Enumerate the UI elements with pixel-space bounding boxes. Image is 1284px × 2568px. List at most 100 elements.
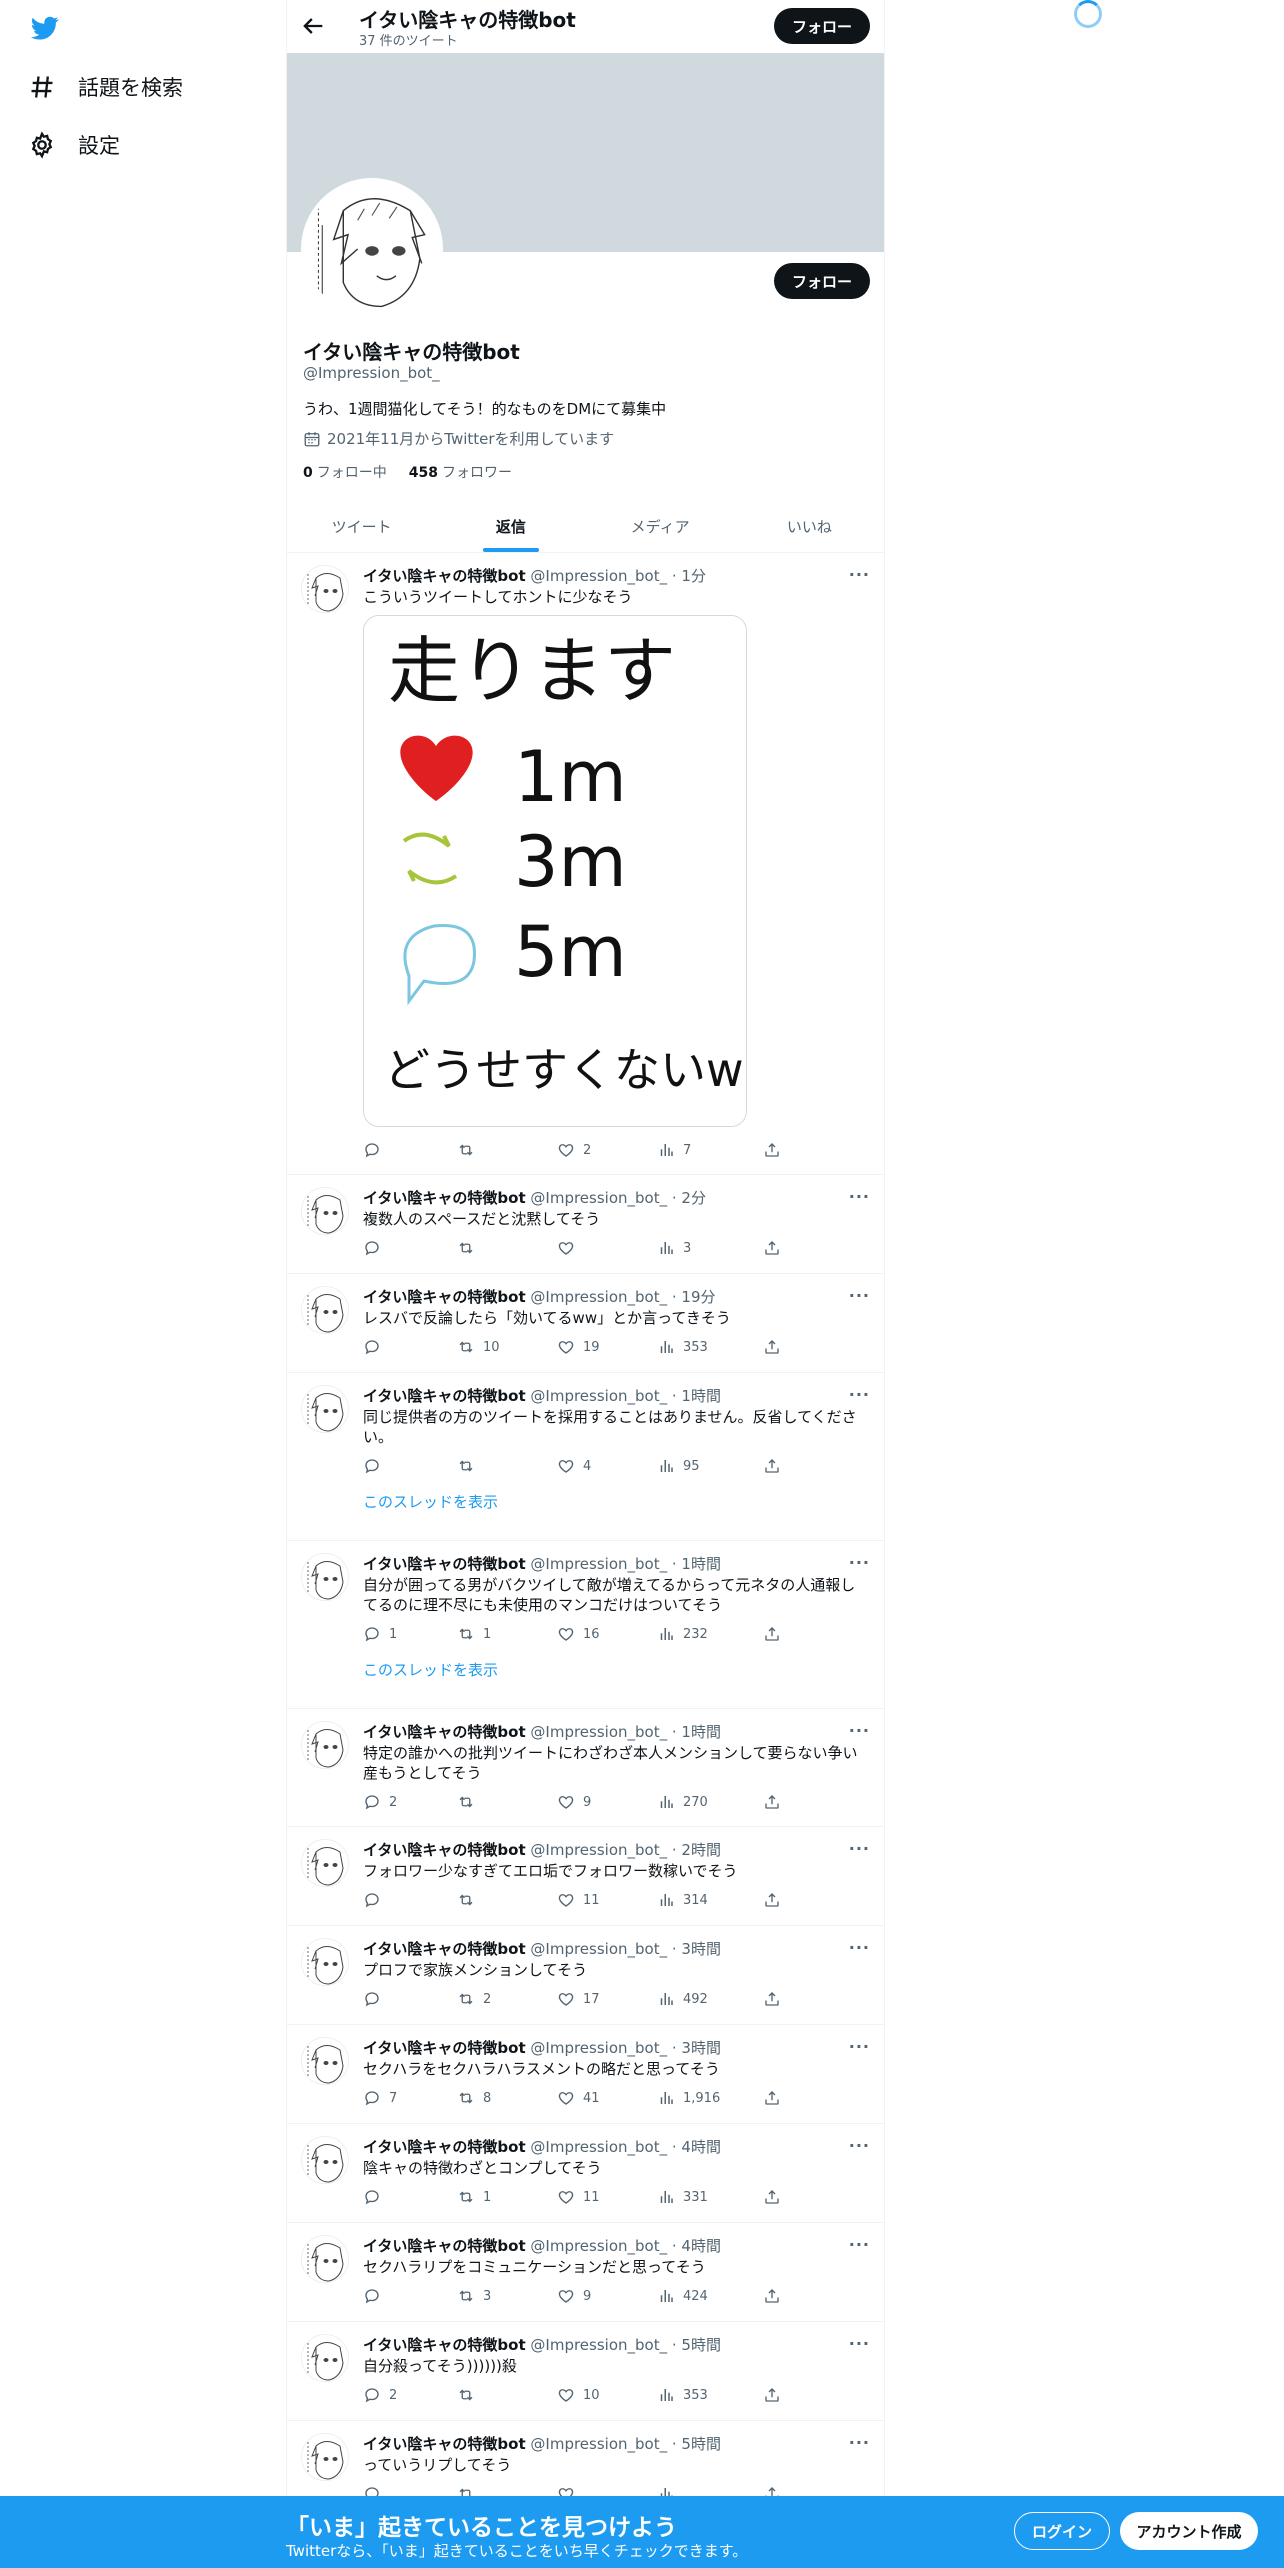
following-link[interactable]: 0 フォロー中 [303,462,387,482]
tweet-avatar[interactable] [301,2433,349,2481]
tweet-avatar[interactable] [301,1839,349,1887]
tweet[interactable]: イタい陰キャの特徴bot @Impression_bot_ · 4時間 ··· セク… [287,2223,884,2322]
nav-settings[interactable]: 設定 [28,125,120,165]
views-button[interactable]: 3 [657,1239,691,1257]
reply-button[interactable] [363,2287,389,2305]
tweet-author-name[interactable]: イタい陰キャの特徴bot [363,1189,526,1207]
views-button[interactable]: 492 [657,1990,708,2008]
views-button[interactable]: 353 [657,2386,708,2404]
more-options-icon[interactable]: ··· [849,1385,870,1404]
more-options-icon[interactable]: ··· [849,2433,870,2452]
tweet-avatar[interactable] [301,2334,349,2382]
like-button[interactable]: 2 [557,1141,591,1159]
views-button[interactable]: 331 [657,2188,708,2206]
tweet-author-handle[interactable]: @Impression_bot_ [530,2336,667,2354]
tweet-author-handle[interactable]: @Impression_bot_ [530,1189,667,1207]
nav-explore[interactable]: 話題を検索 [28,67,183,107]
tweet-author-name[interactable]: イタい陰キャの特徴bot [363,2336,526,2354]
views-button[interactable]: 424 [657,2287,708,2305]
tweet[interactable]: イタい陰キャの特徴bot @Impression_bot_ · 2時間 ··· フォ… [287,1827,884,1926]
like-button[interactable]: 19 [557,1338,600,1356]
more-options-icon[interactable]: ··· [849,2334,870,2353]
reply-button[interactable] [363,1990,389,2008]
tweet-author-handle[interactable]: @Impression_bot_ [530,567,667,585]
share-button[interactable] [763,2089,781,2107]
tweet-media[interactable]: 走ります 1m 3m 5m どうせすくないw [363,615,747,1127]
tweet-author-name[interactable]: イタい陰キャの特徴bot [363,1940,526,1958]
like-button[interactable]: 11 [557,2188,600,2206]
reply-button[interactable] [363,1891,389,1909]
tweet[interactable]: イタい陰キャの特徴bot @Impression_bot_ · 1時間 ··· 同じ… [287,1373,884,1541]
tab-media[interactable]: メディア [586,500,735,552]
tweet-author-name[interactable]: イタい陰キャの特徴bot [363,2039,526,2057]
retweet-button[interactable]: 8 [457,2089,491,2107]
tweet-avatar[interactable] [301,1721,349,1769]
tweet-author-name[interactable]: イタい陰キャの特徴bot [363,1387,526,1405]
retweet-button[interactable] [457,1457,483,1475]
views-button[interactable]: 7 [657,1141,691,1159]
more-options-icon[interactable]: ··· [849,1187,870,1206]
like-button[interactable] [557,1239,583,1257]
tweet-author-handle[interactable]: @Impression_bot_ [530,1387,667,1405]
like-button[interactable]: 9 [557,1793,591,1811]
tweet[interactable]: イタい陰キャの特徴bot @Impression_bot_ · 2分 ··· 複数人… [287,1175,884,1274]
tweet-time[interactable]: 1分 [681,567,706,585]
retweet-button[interactable]: 10 [457,1338,500,1356]
views-button[interactable]: 314 [657,1891,708,1909]
tweet-avatar[interactable] [301,1938,349,1986]
views-button[interactable]: 232 [657,1625,708,1643]
tweet-avatar[interactable] [301,2235,349,2283]
reply-button[interactable] [363,1239,389,1257]
tweet[interactable]: イタい陰キャの特徴bot @Impression_bot_ · 19分 ··· レス… [287,1274,884,1373]
like-button[interactable]: 17 [557,1990,600,2008]
tweet-avatar[interactable] [301,1187,349,1235]
tweet-author-name[interactable]: イタい陰キャの特徴bot [363,2435,526,2453]
share-button[interactable] [763,2386,781,2404]
retweet-button[interactable] [457,2386,483,2404]
share-button[interactable] [763,1891,781,1909]
like-button[interactable]: 4 [557,1457,591,1475]
back-arrow-icon[interactable] [299,12,327,40]
share-button[interactable] [763,1457,781,1475]
more-options-icon[interactable]: ··· [849,1839,870,1858]
share-button[interactable] [763,1625,781,1643]
tweet-author-name[interactable]: イタい陰キャの特徴bot [363,567,526,585]
tweet[interactable]: イタい陰キャの特徴bot @Impression_bot_ · 1時間 ··· 特定… [287,1709,884,1827]
tweet-author-handle[interactable]: @Impression_bot_ [530,1940,667,1958]
share-button[interactable] [763,2188,781,2206]
more-options-icon[interactable]: ··· [849,565,870,584]
like-button[interactable]: 9 [557,2287,591,2305]
more-options-icon[interactable]: ··· [849,2235,870,2254]
views-button[interactable]: 1,916 [657,2089,720,2107]
reply-button[interactable]: 2 [363,2386,397,2404]
tab-replies[interactable]: 返信 [436,500,585,552]
tweet-time[interactable]: 19分 [681,1288,715,1306]
tweet-time[interactable]: 1時間 [681,1555,721,1573]
like-button[interactable]: 11 [557,1891,600,1909]
twitter-logo-icon[interactable] [28,14,62,42]
login-button[interactable]: ログイン [1014,2512,1110,2550]
tweet-avatar[interactable] [301,2037,349,2085]
tweet-author-name[interactable]: イタい陰キャの特徴bot [363,2237,526,2255]
tweet[interactable]: イタい陰キャの特徴bot @Impression_bot_ · 5時間 ··· 自分… [287,2322,884,2421]
tweet-time[interactable]: 2分 [681,1189,706,1207]
tab-likes[interactable]: いいね [735,500,884,552]
share-button[interactable] [763,2287,781,2305]
reply-button[interactable] [363,2188,389,2206]
tweet-time[interactable]: 2時間 [681,1841,721,1859]
tweet-author-handle[interactable]: @Impression_bot_ [530,1723,667,1741]
reply-button[interactable]: 1 [363,1625,397,1643]
views-button[interactable]: 353 [657,1338,708,1356]
like-button[interactable]: 41 [557,2089,600,2107]
tab-tweets[interactable]: ツイート [287,500,436,552]
tweet-time[interactable]: 4時間 [681,2237,721,2255]
like-button[interactable]: 16 [557,1625,600,1643]
header-follow-button[interactable]: フォロー [774,8,870,44]
more-options-icon[interactable]: ··· [849,2037,870,2056]
tweet-author-name[interactable]: イタい陰キャの特徴bot [363,1288,526,1306]
tweet-avatar[interactable] [301,1286,349,1334]
retweet-button[interactable]: 3 [457,2287,491,2305]
tweet-author-handle[interactable]: @Impression_bot_ [530,1555,667,1573]
retweet-button[interactable]: 1 [457,1625,491,1643]
tweet-time[interactable]: 1時間 [681,1723,721,1741]
